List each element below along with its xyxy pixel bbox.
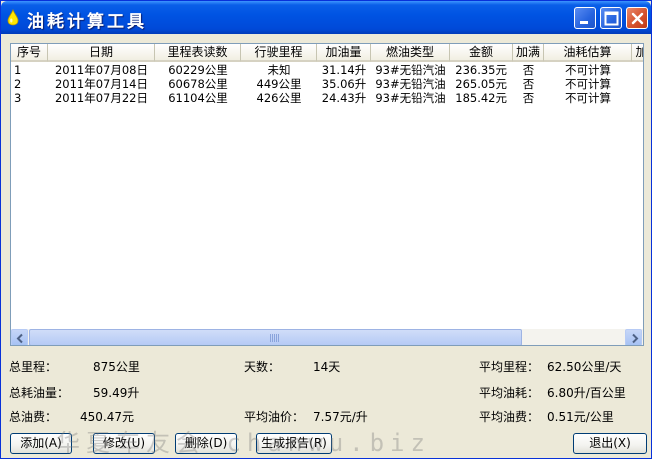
table-cell: 否 — [522, 77, 535, 91]
avg-mileage-label: 平均里程： — [479, 360, 540, 374]
table-row[interactable]: 2 2011年07月14日 60678公里 449公里 35.06升 93#无铅汽油 265… — [11, 77, 643, 91]
table-cell: 否 — [522, 91, 535, 105]
table-cell: 449公里 — [256, 77, 302, 91]
table-cell — [632, 77, 643, 91]
total-cost-value: 450.47元 — [80, 410, 134, 424]
close-icon — [631, 12, 644, 25]
table-cell: 61104公里 — [168, 91, 228, 105]
delete-button[interactable]: 删除(D) — [175, 433, 237, 454]
total-mileage-value: 875公里 — [93, 360, 140, 374]
scroll-right-button[interactable] — [625, 329, 642, 345]
table-cell: 31.14升 — [321, 63, 367, 77]
minimize-button[interactable] — [574, 7, 596, 29]
grip-icon — [270, 334, 280, 342]
table-row[interactable]: 3 2011年07月22日 61104公里 426公里 24.43升 93#无铅汽油 185… — [11, 91, 643, 105]
fuel-records-table[interactable]: 序号日期里程表读数行驶里程加油量燃油类型金额加满油耗估算加 1 2011年07月0… — [10, 43, 644, 346]
title-bar[interactable]: 油耗计算工具 — [1, 1, 651, 34]
avg-mileage-value: 62.50公里/天 — [547, 360, 622, 374]
days-value: 14天 — [313, 360, 341, 374]
close-button[interactable] — [626, 7, 648, 29]
table-cell: 不可计算 — [565, 77, 611, 91]
column-header[interactable]: 金额 — [450, 44, 513, 62]
table-cell: 否 — [522, 63, 535, 77]
table-cell: 不可计算 — [565, 63, 611, 77]
column-header[interactable]: 日期 — [48, 44, 155, 62]
table-row[interactable]: 1 2011年07月08日 60229公里 未知 31.14升 93#无铅汽油 236.35… — [11, 63, 643, 77]
table-cell: 1 — [14, 63, 22, 77]
arrow-left-icon — [16, 333, 23, 344]
app-window: 油耗计算工具 序号日期里程表读数行驶里程加油量燃油类型金额加满油耗估算加 120… — [0, 0, 652, 459]
table-cell: 426公里 — [256, 91, 302, 105]
table-cell — [632, 91, 643, 105]
table-cell: 93#无铅汽油 — [375, 91, 446, 105]
scroll-thumb[interactable] — [29, 329, 522, 345]
horizontal-scrollbar[interactable] — [11, 328, 643, 345]
table-header: 序号日期里程表读数行驶里程加油量燃油类型金额加满油耗估算加 — [11, 44, 643, 62]
maximize-button[interactable] — [600, 7, 622, 29]
scroll-left-button[interactable] — [11, 329, 28, 345]
table-body: 1 2011年07月08日 60229公里 未知 31.14升 93#无铅汽油 236.35… — [11, 63, 643, 105]
column-header[interactable]: 序号 — [11, 44, 48, 62]
table-cell: 35.06升 — [321, 77, 367, 91]
table-cell: 2011年07月08日 — [54, 63, 149, 77]
table-cell: 2011年07月14日 — [54, 77, 149, 91]
arrow-right-icon — [632, 333, 639, 344]
table-cell: 236.35元 — [455, 63, 507, 77]
edit-button[interactable]: 修改(U) — [93, 433, 155, 454]
column-header[interactable]: 加 — [632, 44, 643, 62]
maximize-icon — [604, 11, 619, 26]
avg-cost-value: 0.51元/公里 — [547, 410, 614, 424]
minimize-icon — [580, 21, 588, 24]
table-cell: 93#无铅汽油 — [375, 63, 446, 77]
total-fuel-label: 总耗油量： — [9, 386, 70, 400]
column-header[interactable]: 加满 — [513, 44, 544, 62]
avg-cost-label: 平均油费： — [479, 410, 540, 424]
days-label: 天数： — [244, 360, 281, 374]
column-header[interactable]: 里程表读数 — [155, 44, 241, 62]
table-cell: 93#无铅汽油 — [375, 77, 446, 91]
table-cell — [632, 63, 643, 77]
avg-consumption-value: 6.80升/百公里 — [547, 386, 626, 400]
column-header[interactable]: 燃油类型 — [371, 44, 450, 62]
table-cell: 24.43升 — [321, 91, 367, 105]
table-cell: 60229公里 — [168, 63, 228, 77]
table-cell: 2011年07月22日 — [54, 91, 149, 105]
table-cell: 3 — [14, 91, 22, 105]
total-fuel-value: 59.49升 — [93, 386, 140, 400]
table-cell: 60678公里 — [168, 77, 228, 91]
exit-button[interactable]: 退出(X) — [573, 433, 647, 454]
column-header[interactable]: 加油量 — [317, 44, 371, 62]
table-cell: 未知 — [267, 63, 291, 77]
fuel-drop-icon — [7, 9, 19, 26]
avg-price-label: 平均油价： — [244, 410, 305, 424]
total-mileage-label: 总里程： — [9, 360, 58, 374]
table-cell: 不可计算 — [565, 91, 611, 105]
generate-report-button[interactable]: 生成报告(R) — [256, 433, 332, 454]
add-button[interactable]: 添加(A) — [10, 433, 72, 454]
table-cell: 265.05元 — [455, 77, 507, 91]
table-cell: 2 — [14, 77, 22, 91]
table-cell: 185.42元 — [455, 91, 507, 105]
avg-consumption-label: 平均油耗： — [479, 386, 540, 400]
window-title: 油耗计算工具 — [27, 12, 147, 32]
avg-price-value: 7.57元/升 — [313, 410, 368, 424]
total-cost-label: 总油费： — [9, 410, 58, 424]
column-header[interactable]: 油耗估算 — [544, 44, 632, 62]
column-header[interactable]: 行驶里程 — [241, 44, 317, 62]
